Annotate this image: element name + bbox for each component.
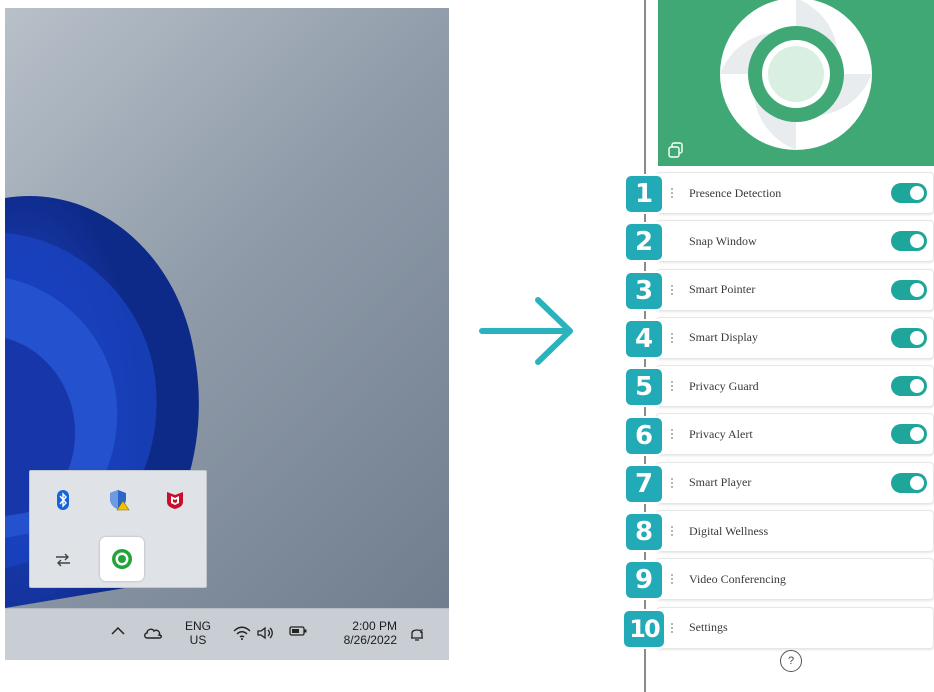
drag-handle-icon[interactable] [669,381,675,392]
windows-security-warning-icon [110,490,130,511]
feature-toggle[interactable] [891,231,927,252]
feature-row-snap-window[interactable]: Snap Window [656,220,934,263]
feature-row-smart-player[interactable]: Smart Player [656,461,934,504]
feature-toggle[interactable] [891,279,927,300]
feature-label: Video Conferencing [689,571,786,586]
feature-toggle[interactable] [891,327,927,348]
drag-handle-icon[interactable] [669,526,675,537]
drag-handle-icon[interactable] [669,477,675,488]
drag-handle-icon[interactable] [669,188,675,198]
language-code: ENG [184,619,211,633]
mcafee-icon [167,492,183,509]
drag-handle-icon[interactable] [669,622,675,633]
feature-row-settings[interactable]: Settings [656,606,934,649]
callout-badge: 9 [626,562,662,599]
battery-icon[interactable] [289,626,307,636]
feature-toggle[interactable] [891,424,927,445]
feature-row-smart-display[interactable]: Smart Display [656,316,934,359]
copy-window-icon[interactable] [668,142,684,158]
clock-date: 8/26/2022 [343,633,397,647]
clock[interactable]: 2:00 PM 8/26/2022 [327,619,397,647]
feature-label: Digital Wellness [689,523,769,538]
help-question-icon[interactable]: ? [780,650,802,672]
callout-badge: 4 [626,320,662,357]
feature-row-smart-pointer[interactable]: Smart Pointer [656,268,934,311]
tray-glance-app[interactable] [100,537,144,581]
callout-badge: 6 [626,417,662,454]
callout-badge: 7 [626,465,662,502]
feature-row-presence-detection[interactable]: Presence Detection [656,172,934,214]
feature-row-digital-wellness[interactable]: Digital Wellness [656,510,934,553]
drag-handle-icon[interactable] [669,429,675,440]
wifi-icon[interactable] [233,626,251,640]
drag-handle-icon[interactable] [669,574,675,585]
glance-camera-iris-icon [720,0,872,150]
clock-time: 2:00 PM [352,619,397,633]
help-area: ? [646,650,934,672]
feature-toggle[interactable] [891,376,927,397]
callout-badge: 3 [626,272,662,309]
feature-label: Smart Display [689,330,758,345]
desktop-screenshot: ENG US 2:00 PM 8/26/2022 z [5,8,449,660]
callout-badge: 2 [626,224,662,261]
feature-label: Snap Window [689,233,757,248]
glance-app-icon [112,549,132,569]
presence-hero-banner [658,0,934,166]
right-arrow-icon [479,297,573,365]
drag-handle-icon[interactable] [669,284,675,295]
tray-windows-security[interactable] [100,481,138,519]
feature-row-video-conferencing[interactable]: Video Conferencing [656,558,934,601]
glance-panel: Presence Detection Snap Window Smart Poi… [644,0,934,692]
notification-bell-icon[interactable]: z [409,626,425,642]
language-region: US [189,633,207,647]
feature-label: Smart Player [689,475,752,490]
feature-row-privacy-guard[interactable]: Privacy Guard [656,365,934,408]
feature-label: Settings [689,620,728,635]
stage: ENG US 2:00 PM 8/26/2022 z Presence Dete… [0,0,934,692]
callout-badge: 8 [626,514,662,551]
tray-bluetooth[interactable] [44,481,82,519]
feature-label: Privacy Alert [689,426,753,441]
feature-label: Presence Detection [689,185,782,200]
tray-overflow-flyout [29,470,207,588]
show-hidden-icons-chevron-icon[interactable] [111,626,125,636]
network-transfer-icon [56,553,70,567]
feature-list: Presence Detection Snap Window Smart Poi… [656,172,934,655]
drag-handle-icon[interactable] [669,332,675,343]
onedrive-cloud-icon[interactable] [143,626,163,640]
feature-row-privacy-alert[interactable]: Privacy Alert [656,413,934,456]
feature-toggle[interactable] [891,183,927,203]
feature-toggle[interactable] [891,472,927,493]
taskbar: ENG US 2:00 PM 8/26/2022 z [5,608,449,660]
callout-badge: 10 [624,610,664,647]
speaker-volume-icon[interactable] [257,626,275,640]
feature-label: Privacy Guard [689,378,759,393]
callout-badge: 1 [626,176,662,212]
callout-badge: 5 [626,369,662,406]
tray-network-transfer[interactable] [44,541,82,579]
bluetooth-icon [57,490,69,510]
input-language-indicator[interactable]: ENG US [183,619,213,647]
feature-label: Smart Pointer [689,282,756,297]
tray-mcafee[interactable] [156,481,194,519]
svg-text:z: z [420,628,423,635]
